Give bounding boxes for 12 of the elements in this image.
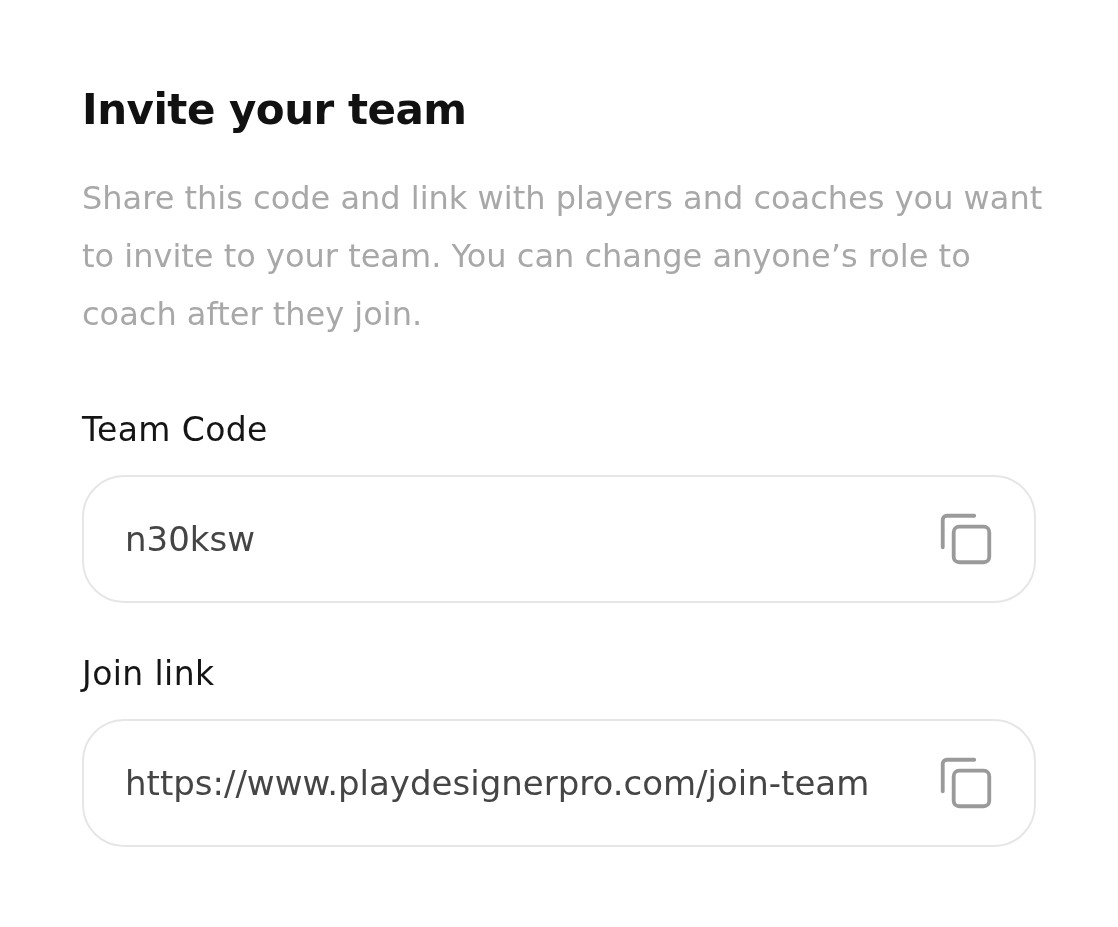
field-value: n30ksw [125, 519, 257, 559]
description-text: Share this code and link with players and coaches you want to invite to your team. You can change anyone’s role to coach after they join. [82, 178, 1044, 335]
copy-icon [940, 513, 992, 565]
field-label: Team Code [82, 411, 269, 449]
copy-field[interactable]: n30ksw [82, 475, 1036, 603]
copy-button[interactable] [940, 757, 992, 809]
copy-field[interactable]: https://www.playdesignerpro.com/join-team [82, 719, 1036, 847]
copy-icon [940, 757, 992, 809]
page-title: Invite your team [82, 84, 468, 136]
copy-button[interactable] [940, 513, 992, 565]
field-value: https://www.playdesignerpro.com/join-team [125, 763, 871, 803]
field-label: Join link [82, 655, 216, 693]
